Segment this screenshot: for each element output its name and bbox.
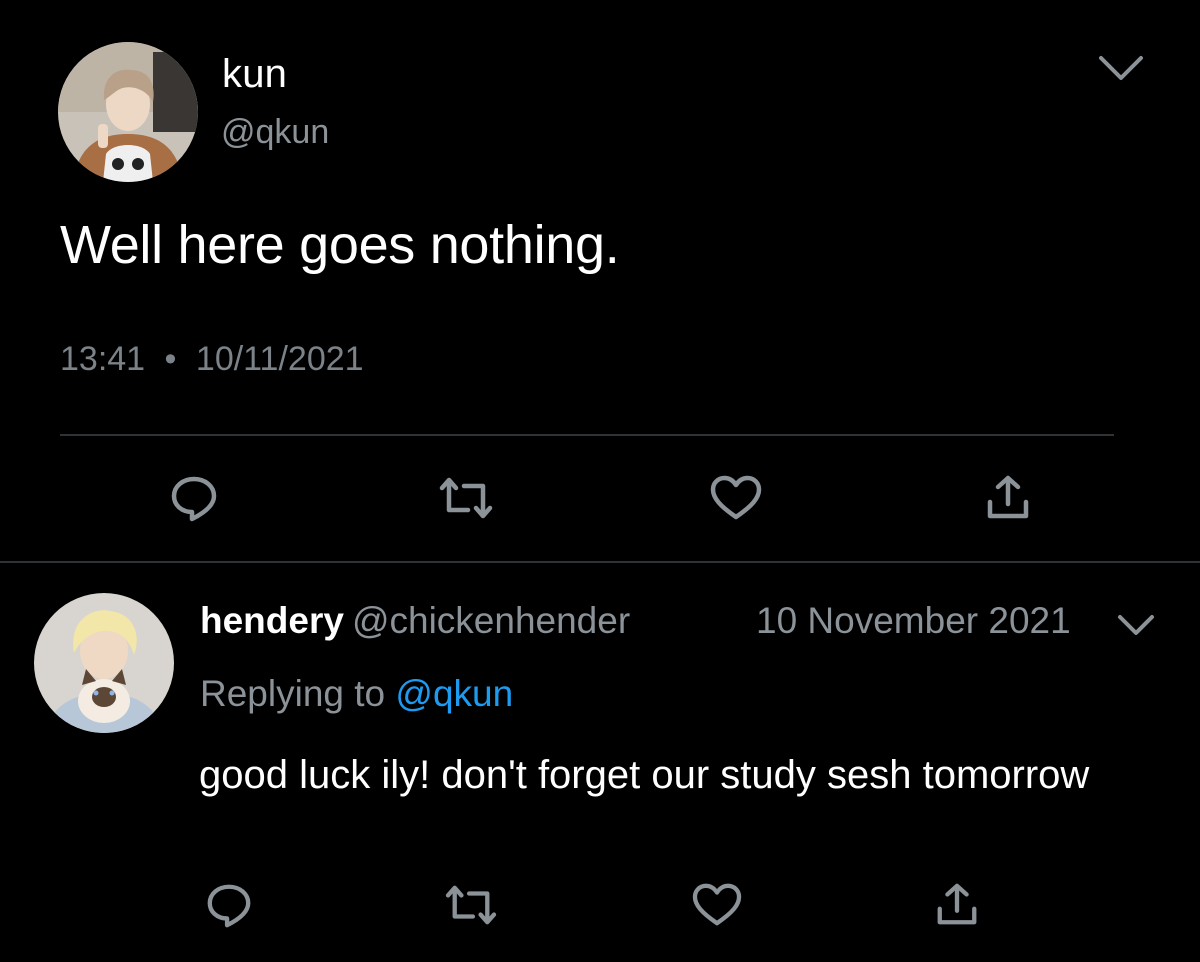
reply-reply-button[interactable]	[204, 880, 254, 930]
main-reply-button[interactable]	[168, 472, 220, 524]
chevron-down-icon[interactable]	[1096, 52, 1146, 84]
replying-to-line: Replying to @qkun	[200, 673, 513, 715]
divider	[0, 561, 1200, 563]
retweet-icon	[439, 477, 493, 519]
main-tweet-handle[interactable]: @qkun	[221, 113, 329, 152]
replying-to-label: Replying to	[200, 673, 386, 714]
share-icon	[937, 883, 977, 925]
speech-bubble-icon	[207, 884, 251, 928]
reply-author[interactable]: hendery @chickenhender	[200, 600, 630, 642]
reply-display-name: hendery	[200, 600, 344, 641]
main-retweet-button[interactable]	[438, 474, 494, 522]
main-share-button[interactable]	[984, 474, 1032, 522]
main-tweet-display-name[interactable]: kun	[222, 52, 287, 97]
replying-to-mention[interactable]: @qkun	[395, 673, 513, 714]
meta-separator: •	[164, 340, 177, 378]
main-tweet-date: 10/11/2021	[195, 340, 364, 378]
main-like-button[interactable]	[708, 474, 764, 522]
speech-bubble-icon	[171, 476, 217, 522]
reply-retweet-button[interactable]	[444, 882, 498, 928]
main-tweet-time: 13:41	[60, 340, 146, 378]
main-tweet-text: Well here goes nothing.	[60, 215, 620, 275]
main-tweet-avatar[interactable]	[58, 42, 198, 182]
heart-icon	[710, 475, 762, 520]
reply-handle: @chickenhender	[351, 600, 631, 641]
reply-like-button[interactable]	[690, 882, 744, 928]
share-icon	[987, 475, 1029, 519]
chevron-down-icon[interactable]	[1116, 612, 1156, 638]
heart-icon	[692, 883, 742, 926]
divider	[60, 434, 1114, 436]
main-tweet-timestamp[interactable]: 13:41 • 10/11/2021	[60, 340, 364, 379]
reply-text: good luck ily! don't forget our study se…	[199, 753, 1090, 797]
reply-share-button[interactable]	[934, 882, 980, 928]
reply-date[interactable]: 10 November 2021	[756, 600, 1071, 642]
retweet-icon	[445, 885, 497, 925]
reply-avatar[interactable]	[34, 593, 174, 733]
